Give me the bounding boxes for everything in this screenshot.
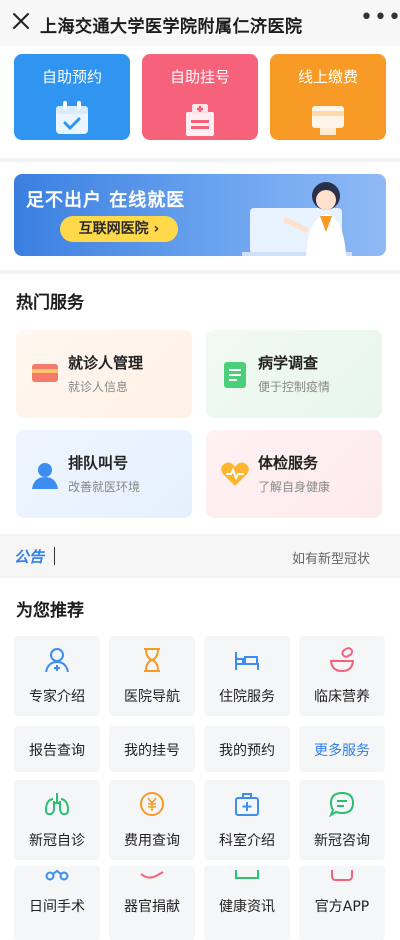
grid-item-inpatient-services[interactable]: 住院服务 xyxy=(204,636,290,716)
grid-item-health-news[interactable]: 健康资讯 xyxy=(204,866,290,940)
service-title: 病学调查 xyxy=(258,354,319,372)
yuan-coin-icon xyxy=(140,792,164,816)
service-card-patient-management[interactable]: 就诊人管理 就诊人信息 xyxy=(16,330,192,418)
notice-text[interactable]: 如有新型冠状 xyxy=(292,548,370,567)
grid-item-covid-consultation[interactable]: 新冠咨询 xyxy=(299,780,385,860)
banner-title: 足不出户 在线就医 xyxy=(26,190,186,211)
self-registration-button[interactable]: 自助挂号 xyxy=(142,54,258,140)
app-icon xyxy=(331,870,353,881)
lungs-icon xyxy=(44,793,70,816)
service-subtitle: 就诊人信息 xyxy=(68,380,129,394)
self-appointment-button[interactable]: 自助预约 xyxy=(14,54,130,140)
hospital-building-icon xyxy=(186,104,214,136)
grid-item-my-registrations[interactable]: 我的挂号 xyxy=(109,726,195,772)
online-payment-label: 线上缴费 xyxy=(297,68,358,86)
hourglass-icon xyxy=(144,648,160,672)
online-payment-button[interactable]: 线上缴费 xyxy=(270,54,386,140)
grid-item-departments[interactable]: 科室介绍 xyxy=(204,780,290,860)
grid-item-more-services[interactable]: 更多服务 xyxy=(299,726,385,772)
internet-hospital-button[interactable]: 互联网医院 › xyxy=(60,216,178,242)
doctor-icon xyxy=(45,648,69,673)
person-icon xyxy=(32,463,58,489)
grid-item-label: 我的挂号 xyxy=(124,743,180,759)
close-icon[interactable] xyxy=(10,10,32,32)
medicine-bowl-icon xyxy=(329,647,355,673)
hand-heart-icon xyxy=(140,871,164,879)
document-icon xyxy=(224,362,246,388)
hot-services-title: 热门服务 xyxy=(16,293,84,313)
calendar-check-icon xyxy=(56,101,88,134)
grid-item-label: 临床营养 xyxy=(314,689,370,705)
grid-item-organ-donation[interactable]: 器官捐献 xyxy=(109,866,195,940)
grid-item-label: 住院服务 xyxy=(219,689,275,705)
grid-item-experts[interactable]: 专家介绍 xyxy=(14,636,100,716)
service-subtitle: 改善就医环境 xyxy=(68,480,141,494)
payment-receipt-icon xyxy=(312,106,344,135)
grid-item-report-query[interactable]: 报告查询 xyxy=(14,726,100,772)
grid-item-label: 专家介绍 xyxy=(29,689,85,705)
chat-bubble-icon xyxy=(328,791,355,818)
news-icon xyxy=(235,870,259,879)
grid-item-label: 新冠咨询 xyxy=(314,833,370,849)
grid-item-label: 健康资讯 xyxy=(219,899,275,915)
service-title: 体检服务 xyxy=(258,454,319,472)
grid-item-fee-query[interactable]: 费用查询 xyxy=(109,780,195,860)
service-card-queue-call[interactable]: 排队叫号 改善就医环境 xyxy=(16,430,192,518)
grid-item-covid-self-check[interactable]: 新冠自诊 xyxy=(14,780,100,860)
heart-icon xyxy=(221,462,249,486)
service-subtitle: 便于控制疫情 xyxy=(258,380,331,394)
grid-item-label: 器官捐献 xyxy=(124,899,180,915)
grid-item-label: 官方APP xyxy=(314,899,370,915)
grid-item-my-appointments[interactable]: 我的预约 xyxy=(204,726,290,772)
grid-item-clinical-nutrition[interactable]: 临床营养 xyxy=(299,636,385,716)
scissors-icon xyxy=(45,869,69,881)
service-card-epidemic-survey[interactable]: 病学调查 便于控制疫情 xyxy=(206,330,382,418)
grid-item-label: 报告查询 xyxy=(29,743,85,759)
self-appointment-label: 自助预约 xyxy=(41,68,102,86)
grid-item-label: 日间手术 xyxy=(29,899,85,915)
grid-item-official-app[interactable]: 官方APP xyxy=(299,866,385,940)
grid-item-label: 费用查询 xyxy=(124,833,180,849)
grid-item-label: 我的预约 xyxy=(219,743,275,759)
card-icon xyxy=(32,364,58,382)
grid-item-day-surgery[interactable]: 日间手术 xyxy=(14,866,100,940)
service-card-health-check[interactable]: 体检服务 了解自身健康 xyxy=(206,430,382,518)
notice-label: 公告 xyxy=(14,548,45,566)
grid-item-hospital-navigation[interactable]: 医院导航 xyxy=(109,636,195,716)
more-menu-button[interactable]: ••• xyxy=(360,6,400,36)
service-title: 就诊人管理 xyxy=(68,354,144,372)
medical-kit-icon xyxy=(235,793,259,816)
service-subtitle: 了解自身健康 xyxy=(258,480,331,494)
grid-item-label: 科室介绍 xyxy=(219,833,275,849)
page-title: 上海交通大学医学院附属仁济医院 xyxy=(40,17,303,37)
self-registration-label: 自助挂号 xyxy=(169,68,230,86)
recommend-title: 为您推荐 xyxy=(16,601,84,621)
hospital-bed-icon xyxy=(235,652,259,670)
grid-item-label: 新冠自诊 xyxy=(29,833,85,849)
service-title: 排队叫号 xyxy=(68,454,129,472)
grid-item-label: 医院导航 xyxy=(124,689,180,705)
notice-divider xyxy=(54,547,55,565)
more-services-label: 更多服务 xyxy=(314,743,370,759)
